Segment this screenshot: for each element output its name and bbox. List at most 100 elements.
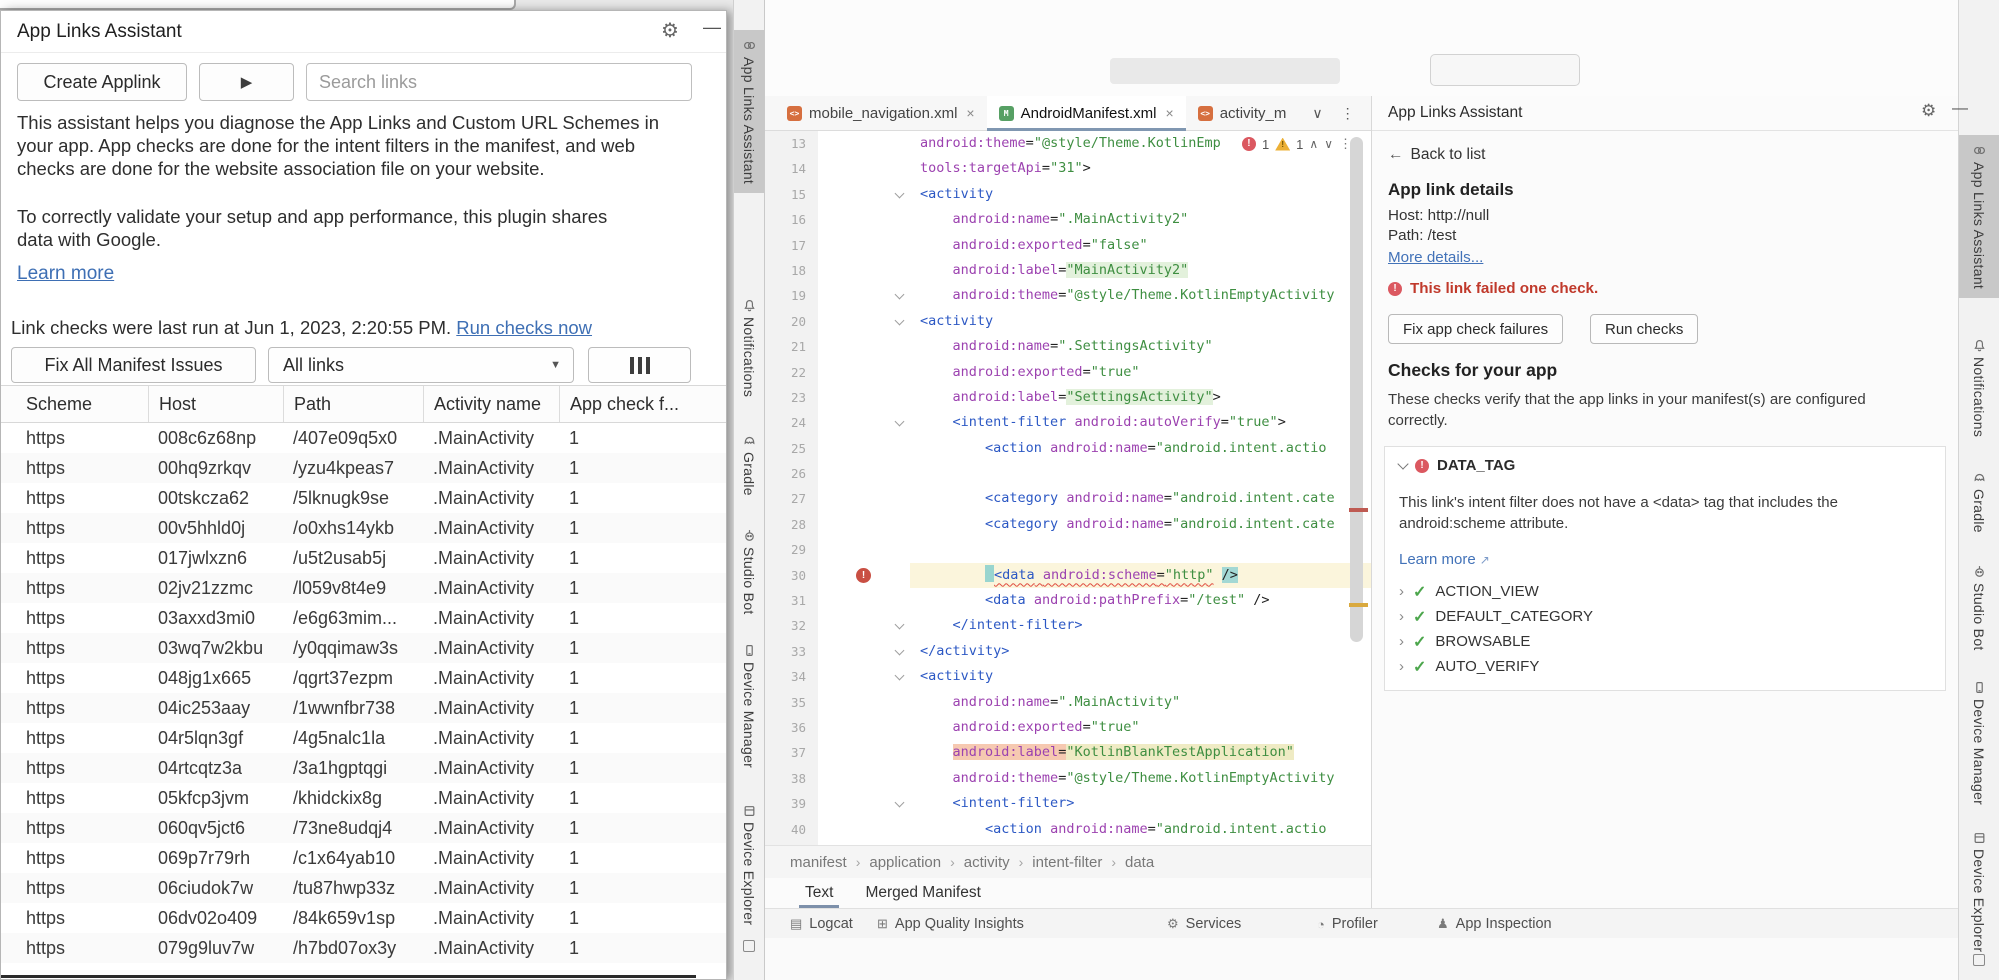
code-line[interactable]: 34<activity — [765, 664, 1371, 689]
minimize-icon[interactable]: — — [1952, 100, 1968, 118]
run-checks-now-link[interactable]: Run checks now — [456, 317, 592, 338]
code-line[interactable]: 38 android:theme="@style/Theme.KotlinEmp… — [765, 766, 1371, 791]
column-header[interactable]: Scheme — [1, 386, 148, 422]
column-header[interactable]: Path — [283, 386, 423, 422]
table-row[interactable]: https017jwlxzn6/u5t2usab5j.MainActivity1 — [1, 543, 726, 573]
code-line[interactable]: 23 android:label="SettingsActivity"> — [765, 385, 1371, 410]
table-row[interactable]: https02jv21zzmc/l059v8t4e9.MainActivity1 — [1, 573, 726, 603]
bottom-tool-item[interactable]: ▤Logcat — [790, 909, 853, 939]
chevron-right-icon[interactable]: › — [1399, 658, 1404, 675]
code-line[interactable]: 33</activity> — [765, 639, 1371, 664]
code-editor[interactable]: 13android:theme="@style/Theme.KotlinEmp1… — [765, 131, 1371, 845]
failed-check-row[interactable]: ! DATA_TAG — [1399, 457, 1515, 474]
links-filter-dropdown[interactable]: All links ▼ — [268, 347, 574, 383]
fold-icon[interactable] — [895, 645, 905, 655]
gear-icon[interactable]: ⚙ — [1921, 101, 1936, 121]
create-applink-button[interactable]: Create Applink — [17, 63, 187, 101]
table-row[interactable]: https03wq7w2kbu/y0qqimaw3s.MainActivity1 — [1, 633, 726, 663]
editor-tab[interactable]: <>activity_m — [1186, 96, 1299, 130]
chevron-right-icon[interactable]: › — [1399, 583, 1404, 600]
table-row[interactable]: https079g9luv7w/h7bd07ox3y.MainActivity1 — [1, 933, 726, 963]
code-line[interactable]: 22 android:exported="true" — [765, 360, 1371, 385]
more-details-link[interactable]: More details... — [1388, 249, 1483, 266]
code-line[interactable]: 31 <data android:pathPrefix="/test" /> — [765, 588, 1371, 613]
breadcrumb-item[interactable]: intent-filter — [1032, 854, 1102, 871]
code-line[interactable]: 26 — [765, 461, 1371, 486]
stripe-item-device-explorer[interactable]: Device Explorer — [1959, 822, 1999, 961]
error-stripe-mark[interactable] — [1349, 508, 1368, 512]
stripe-item-device-manager[interactable]: Device Manager — [734, 635, 764, 777]
code-line[interactable]: 29 — [765, 537, 1371, 562]
run-icon-button[interactable]: ▶ — [199, 63, 294, 101]
table-row[interactable]: https04r5lqn3gf/4g5nalc1la.MainActivity1 — [1, 723, 726, 753]
inspections-widget[interactable]: ! 1 ! 1 ∧ ∨ ⋮ — [1239, 135, 1355, 153]
table-row[interactable]: https04ic253aay/1wwnfbr738.MainActivity1 — [1, 693, 726, 723]
breadcrumb-item[interactable]: application — [869, 854, 941, 871]
editor-tab[interactable]: MAndroidManifest.xml× — [987, 96, 1186, 130]
bottom-tool-item[interactable]: ◔Profiler — [1317, 909, 1378, 939]
prev-issue-icon[interactable]: ∧ — [1309, 137, 1318, 151]
tab-text[interactable]: Text — [805, 878, 833, 908]
table-row[interactable]: https00hq9zrkqv/yzu4kpeas7.MainActivity1 — [1, 453, 726, 483]
code-line[interactable]: 15<activity — [765, 182, 1371, 207]
bottom-tool-item[interactable]: ♟App Inspection — [1437, 909, 1552, 939]
learn-more-link[interactable]: Learn more — [17, 263, 114, 285]
code-line[interactable]: 35 android:name=".MainActivity" — [765, 690, 1371, 715]
code-line[interactable]: 24 <intent-filter android:autoVerify="tr… — [765, 410, 1371, 435]
stripe-item-app-links-assistant[interactable]: App Links Assistant — [1959, 135, 1999, 298]
search-input[interactable] — [306, 63, 692, 101]
chevron-right-icon[interactable]: › — [1399, 608, 1404, 625]
check-item[interactable]: ›✓AUTO_VERIFY — [1399, 654, 1593, 679]
fold-icon[interactable] — [895, 188, 905, 198]
fold-icon[interactable] — [895, 417, 905, 427]
column-header[interactable]: App check f... — [559, 386, 726, 422]
learn-more-link[interactable]: Learn more↗ — [1399, 551, 1490, 568]
close-icon[interactable]: × — [966, 105, 974, 121]
table-row[interactable]: https048jg1x665/qgrt37ezpm.MainActivity1 — [1, 663, 726, 693]
stripe-item-studio-bot[interactable]: Studio Bot — [734, 520, 764, 624]
table-row[interactable]: https03axxd3mi0/e6g63mim....MainActivity… — [1, 603, 726, 633]
code-line[interactable]: 39 <intent-filter> — [765, 791, 1371, 816]
code-line[interactable]: 36 android:exported="true" — [765, 715, 1371, 740]
bottom-tool-item[interactable]: ⚙Services — [1167, 909, 1241, 939]
table-row[interactable]: https008c6z68np/407e09q5x0.MainActivity1 — [1, 423, 726, 453]
chevron-right-icon[interactable]: › — [1399, 633, 1404, 650]
next-issue-icon[interactable]: ∨ — [1324, 137, 1333, 151]
stripe-item-gradle[interactable]: Gradle — [734, 425, 764, 505]
stripe-item-notifications[interactable]: Notifications — [1959, 330, 1999, 446]
code-line[interactable]: 20<activity — [765, 309, 1371, 334]
minimize-icon[interactable]: — — [703, 17, 721, 38]
stripe-item-device-manager[interactable]: Device Manager — [1959, 672, 1999, 814]
code-line[interactable]: 16 android:name=".MainActivity2" — [765, 207, 1371, 232]
close-icon[interactable]: × — [1166, 105, 1174, 121]
table-row[interactable]: https04rtcqtz3a/3a1hgptqgi.MainActivity1 — [1, 753, 726, 783]
stripe-item-studio-bot[interactable]: Studio Bot — [1959, 556, 1999, 660]
table-row[interactable]: https00tskcza62/5lknugk9se.MainActivity1 — [1, 483, 726, 513]
table-row[interactable]: https00v5hhld0j/o0xhs14ykb.MainActivity1 — [1, 513, 726, 543]
fold-icon[interactable] — [895, 290, 905, 300]
hidden-tabs-chevron-icon[interactable]: ∨ — [1312, 105, 1322, 122]
table-row[interactable]: https060qv5jct6/73ne8udqj4.MainActivity1 — [1, 813, 726, 843]
code-line[interactable]: 19 android:theme="@style/Theme.KotlinEmp… — [765, 283, 1371, 308]
breadcrumb-item[interactable]: activity — [964, 854, 1010, 871]
stripe-item-app-links-assistant[interactable]: App Links Assistant — [734, 30, 764, 193]
code-line[interactable]: 32 </intent-filter> — [765, 613, 1371, 638]
table-row[interactable]: https06dv02o409/84k659v1sp.MainActivity1 — [1, 903, 726, 933]
code-line[interactable]: 21 android:name=".SettingsActivity" — [765, 334, 1371, 359]
error-quickfix-icon[interactable]: ! — [856, 568, 871, 583]
code-line[interactable]: 27 <category android:name="android.inten… — [765, 486, 1371, 511]
back-to-list-link[interactable]: ←Back to list — [1388, 146, 1485, 164]
column-header[interactable]: Activity name — [423, 386, 559, 422]
editor-tab[interactable]: <>mobile_navigation.xml× — [775, 96, 987, 130]
table-row[interactable]: https06ciudok7w/tu87hwp33z.MainActivity1 — [1, 873, 726, 903]
table-row[interactable]: https05kfcp3jvm/khidckix8g.MainActivity1 — [1, 783, 726, 813]
chevron-down-icon[interactable] — [1397, 458, 1408, 469]
code-line[interactable]: 14tools:targetApi="31"> — [765, 156, 1371, 181]
check-item[interactable]: ›✓ACTION_VIEW — [1399, 579, 1593, 604]
code-line[interactable]: 37 android:label="KotlinBlankTestApplica… — [765, 740, 1371, 765]
tab-options-kebab-icon[interactable]: ⋮ — [1341, 105, 1355, 122]
code-line[interactable]: 17 android:exported="false" — [765, 233, 1371, 258]
code-line[interactable]: 18 android:label="MainActivity2" — [765, 258, 1371, 283]
fix-all-manifest-issues-button[interactable]: Fix All Manifest Issues — [11, 347, 256, 383]
fold-icon[interactable] — [895, 620, 905, 630]
